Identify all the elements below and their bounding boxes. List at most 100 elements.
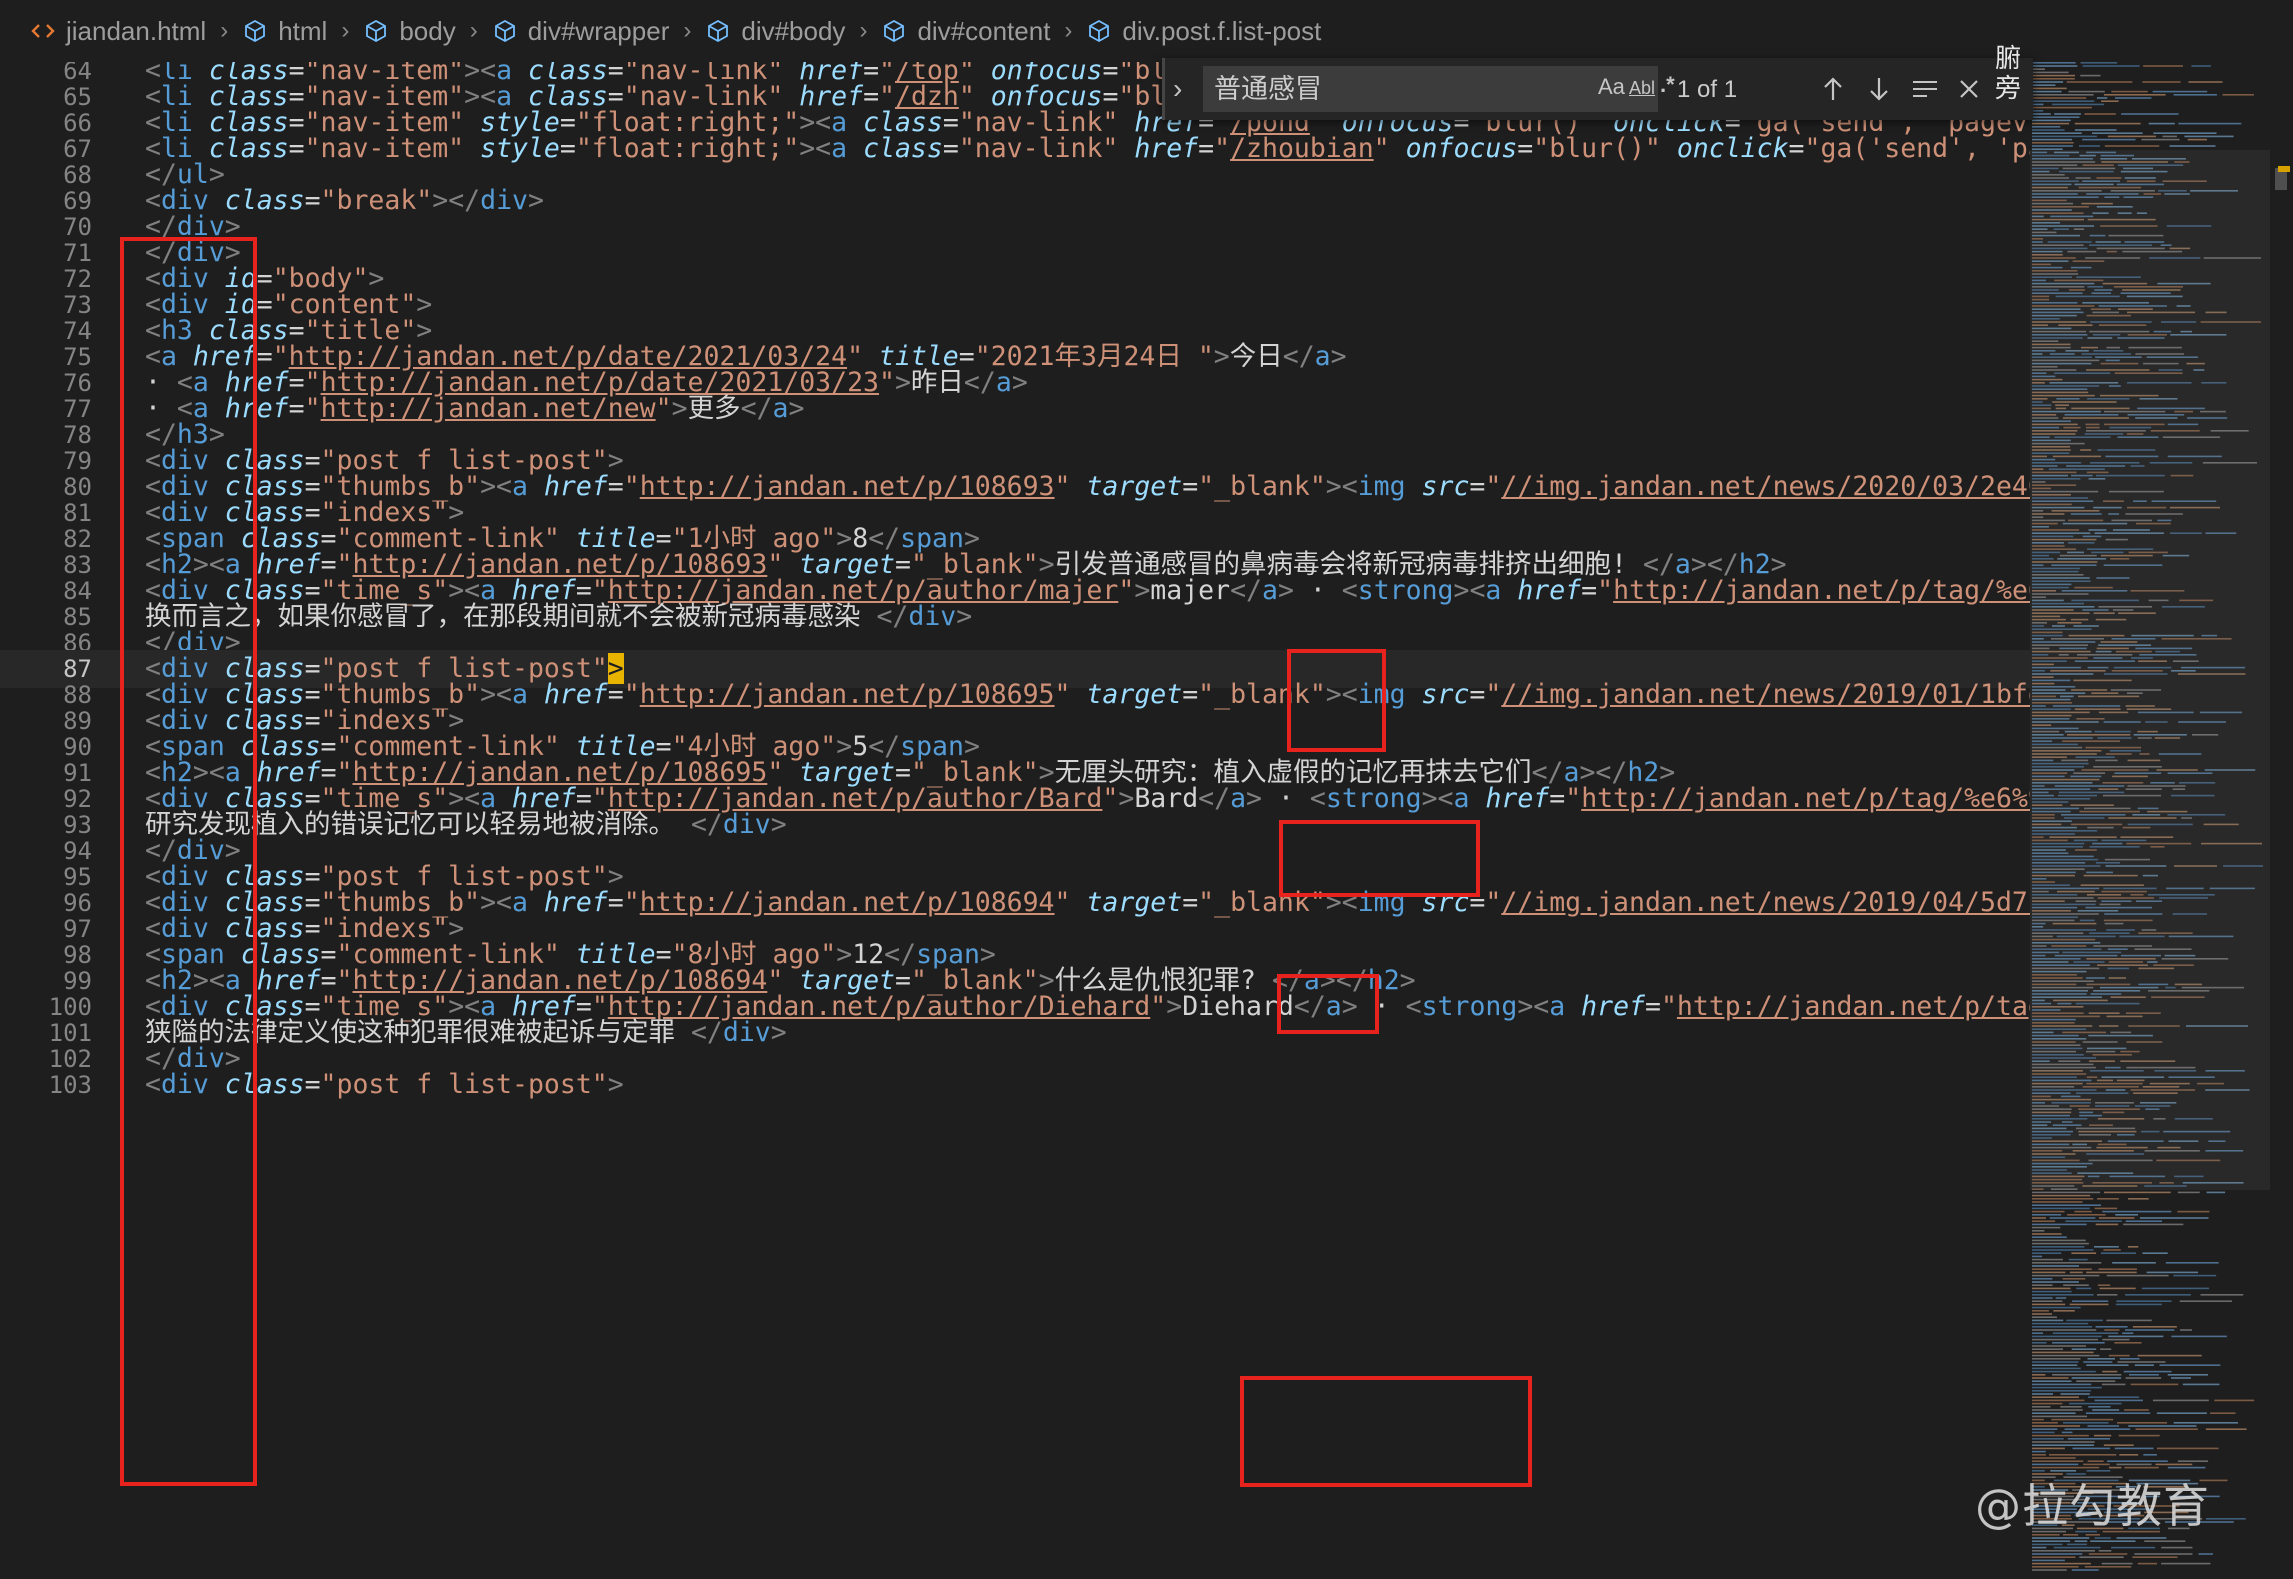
breadcrumb-item[interactable]: div#content bbox=[881, 16, 1050, 47]
code-line[interactable]: 103 <div class="post f list-post"> bbox=[0, 1066, 2030, 1104]
element-cube-icon bbox=[242, 18, 268, 44]
minimap-line bbox=[2032, 1316, 2058, 1318]
match-case-icon[interactable]: Aa bbox=[1598, 74, 1625, 100]
minimap-line bbox=[2106, 1319, 2152, 1322]
breadcrumb: jiandan.html › html › body › div#wrapper › div#b… bbox=[0, 0, 2030, 62]
minimap-line bbox=[2114, 1342, 2142, 1344]
breadcrumb-separator-icon: › bbox=[683, 17, 692, 44]
minimap-line bbox=[2032, 1367, 2081, 1370]
minimap-line bbox=[2179, 1300, 2232, 1302]
breadcrumb-item[interactable]: div#body bbox=[705, 16, 845, 47]
minimap-line bbox=[2032, 1258, 2063, 1261]
minimap-line bbox=[2032, 126, 2061, 128]
minimap-line bbox=[2078, 145, 2101, 147]
minimap-line bbox=[2032, 1460, 2084, 1462]
match-count: 1 of 1 bbox=[1677, 76, 1738, 103]
minimap-line bbox=[2107, 135, 2156, 138]
minimap-line bbox=[2171, 1335, 2227, 1338]
toggle-replace-chevron-icon[interactable]: › bbox=[1173, 73, 1182, 105]
minimap-line bbox=[2032, 1546, 2047, 1549]
minimap-line bbox=[2032, 1322, 2089, 1325]
annotation-box-indentation bbox=[120, 237, 257, 1486]
minimap-line bbox=[2100, 1348, 2112, 1350]
minimap-line bbox=[2200, 1294, 2244, 1296]
minimap-line bbox=[2198, 1553, 2213, 1555]
minimap-line bbox=[2188, 81, 2223, 83]
minimap-line bbox=[2032, 1342, 2047, 1344]
minimap-line bbox=[2178, 122, 2242, 125]
watermark: @拉勾教育 bbox=[1975, 1479, 2210, 1533]
minimap-line bbox=[2124, 1409, 2149, 1411]
minimap-line bbox=[2094, 1399, 2143, 1402]
minimap-line bbox=[2055, 1297, 2067, 1299]
minimap-line bbox=[2032, 1290, 2072, 1293]
find-in-selection-icon[interactable] bbox=[1908, 70, 1942, 108]
minimap-line bbox=[2032, 1303, 2066, 1306]
breadcrumb-item[interactable]: div.post.f.list-post bbox=[1086, 16, 1321, 47]
minimap-line bbox=[2107, 1460, 2168, 1462]
minimap-line bbox=[2098, 1268, 2137, 1270]
minimap-line bbox=[2090, 1540, 2136, 1542]
minimap-line bbox=[2067, 1543, 2087, 1546]
breadcrumb-label: div#body bbox=[741, 15, 846, 46]
minimap-line bbox=[2088, 1406, 2111, 1408]
html-file-icon bbox=[30, 18, 56, 44]
minimap-line bbox=[2128, 1198, 2149, 1200]
minimap-line bbox=[2099, 1287, 2136, 1290]
minimap-line bbox=[2167, 1466, 2206, 1469]
previous-match-icon[interactable] bbox=[1816, 70, 1850, 108]
minimap-line bbox=[2139, 1217, 2209, 1219]
minimap-line bbox=[2122, 1332, 2134, 1334]
minimap-line bbox=[2032, 1351, 2094, 1354]
minimap-line bbox=[2032, 90, 2062, 93]
minimap-line bbox=[2087, 1425, 2120, 1427]
next-match-icon[interactable] bbox=[1862, 70, 1896, 108]
minimap-line bbox=[2032, 97, 2087, 99]
minimap-line bbox=[2123, 1370, 2172, 1373]
find-input[interactable]: 普通感冒 bbox=[1203, 66, 1658, 112]
minimap-line bbox=[2032, 106, 2092, 109]
minimap-line bbox=[2104, 1329, 2120, 1331]
minimap-line bbox=[2032, 1223, 2087, 1226]
minimap-line bbox=[2032, 74, 2076, 77]
breadcrumb-item[interactable]: body bbox=[363, 16, 456, 47]
minimap-line bbox=[2206, 1191, 2226, 1194]
minimap-line bbox=[2142, 1252, 2168, 1254]
find-widget: › 普通感冒 Aa Abl .* 1 of 1 bbox=[1162, 58, 2033, 120]
minimap-line bbox=[2155, 1463, 2193, 1466]
minimap-line bbox=[2032, 129, 2065, 131]
minimap-line bbox=[2184, 135, 2234, 138]
minimap-line bbox=[2032, 1191, 2101, 1194]
close-icon[interactable] bbox=[1952, 70, 1986, 108]
minimap-line bbox=[2156, 1447, 2219, 1450]
code-editor[interactable]: 63<li class="nav-item"><a class="nav-lin… bbox=[0, 38, 2030, 1579]
vertical-scrollbar[interactable] bbox=[2270, 62, 2293, 1579]
minimap-line bbox=[2032, 1233, 2062, 1235]
breadcrumb-item[interactable]: jiandan.html bbox=[30, 16, 206, 47]
minimap-viewport[interactable] bbox=[2030, 150, 2270, 1190]
minimap-line bbox=[2222, 94, 2254, 96]
minimap-line bbox=[2032, 1386, 2102, 1389]
breadcrumb-item[interactable]: div#wrapper bbox=[492, 16, 669, 47]
minimap-line bbox=[2032, 1441, 2095, 1443]
match-whole-word-icon[interactable]: Abl bbox=[1629, 78, 1655, 99]
minimap-line bbox=[2111, 90, 2148, 93]
minimap-line bbox=[2134, 1553, 2193, 1555]
minimap-line bbox=[2032, 135, 2097, 138]
element-cube-icon bbox=[363, 18, 389, 44]
minimap-line bbox=[2180, 1329, 2192, 1331]
minimap-line bbox=[2063, 1284, 2089, 1286]
regex-icon[interactable]: .* bbox=[1660, 72, 1675, 98]
minimap-line bbox=[2144, 1540, 2186, 1542]
minimap-line bbox=[2032, 68, 2046, 70]
breadcrumb-item[interactable]: html bbox=[242, 16, 327, 47]
minimap-line bbox=[2143, 65, 2184, 67]
minimap-line bbox=[2156, 1412, 2207, 1414]
annotation-box-img-tag-1 bbox=[1287, 649, 1386, 752]
minimap[interactable] bbox=[2030, 62, 2270, 1579]
element-cube-icon bbox=[705, 18, 731, 44]
line-number: 103 bbox=[48, 1071, 92, 1099]
overflow-text-fragment: 腑 旁 bbox=[1995, 44, 2030, 104]
minimap-line bbox=[2114, 97, 2152, 99]
minimap-line bbox=[2097, 1284, 2111, 1286]
